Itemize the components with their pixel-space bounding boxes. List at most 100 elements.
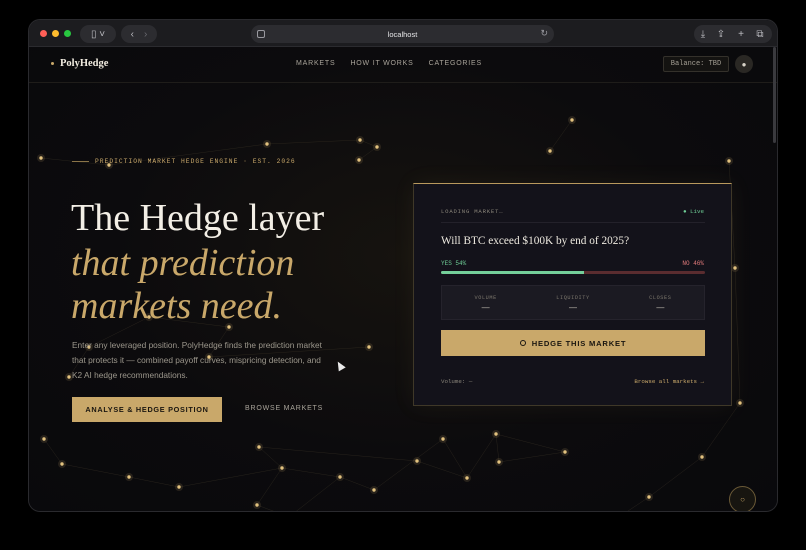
constellation-node <box>127 475 131 479</box>
constellation-node <box>42 437 46 441</box>
constellation-node <box>570 118 574 122</box>
site-nav: PolyHedge MARKETS HOW IT WORKS CATEGORIE… <box>29 47 777 83</box>
constellation-node <box>265 142 269 146</box>
constellation-line <box>442 438 468 479</box>
browse-markets-link[interactable]: BROWSE MARKETS <box>245 405 323 412</box>
market-stats: VOLUME — LIQUIDITY — CLOSES — <box>441 285 705 320</box>
page-scrollbar[interactable] <box>773 47 776 143</box>
sidebar-toggle-button[interactable]: ▯ ˅ <box>80 25 116 43</box>
constellation-line <box>339 476 375 491</box>
constellation-node <box>338 475 342 479</box>
reload-icon[interactable]: ↻ <box>540 28 548 39</box>
constellation-line <box>61 463 130 478</box>
constellation-line <box>701 402 741 458</box>
hero-title-accent: that prediction markets need. <box>71 242 294 328</box>
constellation-node <box>647 495 651 499</box>
constellation-line <box>734 267 741 404</box>
constellation-line <box>281 467 341 478</box>
no-odds: NO 46% <box>682 260 704 267</box>
constellation-line <box>296 476 341 511</box>
history-nav: ‹ › <box>121 25 157 43</box>
constellation-line <box>627 496 650 511</box>
live-badge: ● Live <box>683 208 704 215</box>
ring-icon: ○ <box>740 495 745 504</box>
card-divider <box>441 222 705 223</box>
constellation-line <box>495 433 500 463</box>
constellation-line <box>549 119 573 152</box>
constellation-line <box>258 446 418 462</box>
hero-description: Enter any leveraged position. PolyHedge … <box>72 340 322 380</box>
nav-link-markets[interactable]: MARKETS <box>296 60 335 67</box>
constellation-line <box>266 139 361 145</box>
constellation-node <box>415 459 419 463</box>
browse-all-markets-link[interactable]: Browse all markets → <box>634 378 704 385</box>
brand-logo[interactable]: PolyHedge <box>51 58 108 69</box>
constellation-node <box>563 450 567 454</box>
tabs-overview-icon[interactable]: ⧉ <box>751 25 769 43</box>
constellation-node <box>700 455 704 459</box>
constellation-node <box>738 401 742 405</box>
hero-title: The Hedge layer <box>71 197 325 239</box>
constellation-node <box>257 445 261 449</box>
minimize-window-button[interactable] <box>52 30 59 37</box>
volume-text: Volume: — <box>441 378 473 385</box>
hero-title-line2: that prediction <box>71 242 295 284</box>
constellation-line <box>178 467 283 488</box>
constellation-line <box>256 467 283 506</box>
constellation-node <box>67 375 71 379</box>
stat-label: VOLUME <box>474 295 497 301</box>
constellation-node <box>497 460 501 464</box>
market-question[interactable]: Will BTC exceed $100K by end of 2025? <box>441 235 629 247</box>
sidebar-toggle-icon: ▯ ˅ <box>90 28 106 40</box>
share-icon[interactable]: ⇪ <box>712 25 730 43</box>
chevron-right-icon[interactable]: › <box>144 29 147 40</box>
constellation-line <box>648 456 703 498</box>
zoom-window-button[interactable] <box>64 30 71 37</box>
constellation-node <box>441 437 445 441</box>
close-window-button[interactable] <box>40 30 47 37</box>
address-bar[interactable]: localhost ↻ <box>251 25 554 43</box>
constellation-node <box>255 503 259 507</box>
constellation-line <box>466 433 497 479</box>
constellation-line <box>498 451 566 463</box>
browser-toolbar: ▯ ˅ ‹ › localhost ↻ ⤓ ⇪ + ⧉ <box>29 20 777 47</box>
constellation-line <box>416 460 468 479</box>
odds-bar-fill <box>441 271 584 274</box>
stat-liquidity: LIQUIDITY — <box>529 286 616 319</box>
plus-icon[interactable]: + <box>732 25 750 43</box>
constellation-node <box>39 156 43 160</box>
page-settings-icon[interactable] <box>257 30 265 38</box>
yes-odds: YES 54% <box>441 260 467 267</box>
floating-action-button[interactable]: ○ <box>729 486 756 511</box>
eyebrow-text: PREDICTION MARKET HEDGE ENGINE · EST. 20… <box>95 158 296 165</box>
constellation-node <box>280 466 284 470</box>
constellation-node <box>60 462 64 466</box>
stat-value: — <box>481 303 490 312</box>
constellation-line <box>258 446 283 469</box>
user-icon[interactable]: ● <box>735 55 753 73</box>
brand-dot-icon <box>51 62 54 65</box>
constellation-node <box>372 488 376 492</box>
constellation-node <box>357 158 361 162</box>
analyse-hedge-button[interactable]: ANALYSE & HEDGE POSITION <box>72 397 222 422</box>
download-icon[interactable]: ⤓ <box>694 25 712 43</box>
constellation-line <box>128 476 180 488</box>
constellation-line <box>373 438 444 491</box>
nav-link-how-it-works[interactable]: HOW IT WORKS <box>350 60 413 67</box>
hero-title-line3: markets need. <box>71 285 283 327</box>
brand-name: PolyHedge <box>60 58 109 69</box>
balance-badge[interactable]: Balance: TBD <box>663 56 729 72</box>
constellation-line <box>256 504 274 511</box>
stat-label: LIQUIDITY <box>556 295 590 301</box>
stat-label: CLOSES <box>649 295 672 301</box>
constellation-node <box>733 266 737 270</box>
constellation-node <box>177 485 181 489</box>
eyebrow-divider <box>72 161 89 162</box>
stat-volume: VOLUME — <box>442 286 529 319</box>
market-status: LOADING MARKET… <box>441 208 504 215</box>
ring-icon <box>519 340 526 346</box>
hedge-market-button[interactable]: HEDGE THIS MARKET <box>441 330 705 356</box>
nav-link-categories[interactable]: CATEGORIES <box>429 60 482 67</box>
chevron-left-icon[interactable]: ‹ <box>131 29 134 40</box>
stat-value: — <box>656 303 665 312</box>
